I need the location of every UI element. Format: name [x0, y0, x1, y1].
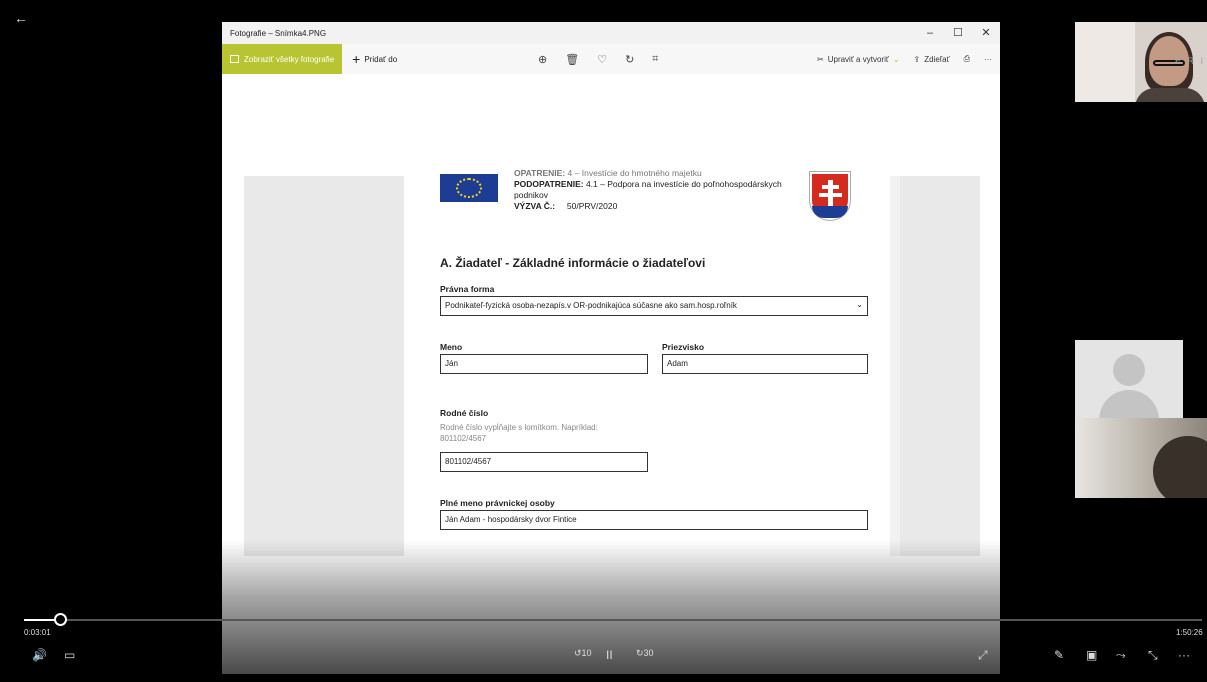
last-name-field[interactable]: Adam: [662, 354, 868, 374]
back-arrow-icon[interactable]: ←: [14, 10, 28, 26]
seek-bar-progress: [24, 619, 56, 621]
delete-icon[interactable]: 🗑: [565, 53, 579, 66]
forward-button[interactable]: ↻30: [636, 648, 654, 659]
title-bar: Fotografie – Snímka4.PNG – ☐ ✕: [222, 22, 1000, 44]
toolbar-actions: ⊕ 🗑 ♡ ↻ ⌗: [538, 44, 658, 74]
player-controls-overlay: [0, 540, 1207, 682]
photos-icon: [230, 55, 239, 63]
add-to-button[interactable]: + Pridať do: [352, 52, 397, 66]
legal-name-field[interactable]: Ján Adam - hospodársky dvor Fintice: [440, 510, 868, 530]
last-name-label: Priezvisko: [662, 342, 705, 352]
application-form: OPATRENIE: 4 – Investície do hmotného ma…: [404, 168, 890, 574]
pause-button[interactable]: II: [606, 648, 613, 662]
share-button[interactable]: ⇪ Zdieľať: [914, 55, 950, 64]
birth-number-field[interactable]: 801102/4567: [440, 452, 648, 472]
rewind-button[interactable]: ↺10: [574, 648, 592, 659]
minimize-icon[interactable]: –: [916, 22, 944, 44]
pen-icon[interactable]: ✎: [1054, 648, 1064, 662]
cast-icon[interactable]: ▣: [1086, 648, 1097, 662]
print-icon[interactable]: ⎙: [964, 54, 970, 64]
legal-form-value: Podnikateľ-fyzická osoba-nezapís.v OR-po…: [445, 301, 737, 310]
minimize-view-icon[interactable]: ⤡: [1148, 648, 1158, 663]
participant-video-1[interactable]: E R I: [1075, 22, 1207, 102]
more-options-icon[interactable]: ···: [1178, 648, 1190, 662]
first-name-label: Meno: [440, 342, 463, 352]
maximize-icon[interactable]: ☐: [944, 22, 972, 44]
measure-label: OPATRENIE:: [514, 168, 566, 178]
view-all-label: Zobraziť všetky fotografie: [244, 54, 335, 64]
rewind-seconds: 10: [581, 648, 592, 658]
window-title: Fotografie – Snímka4.PNG: [230, 28, 327, 38]
total-time: 1:50:26: [1176, 628, 1203, 637]
plus-icon: +: [352, 51, 361, 67]
document-scroll-edge: [890, 176, 900, 556]
chevron-down-icon: ⌄: [856, 300, 863, 309]
favorite-icon[interactable]: ♡: [597, 53, 607, 66]
legal-name-label: Plné meno právnickej osoby: [440, 498, 555, 508]
section-title: A. Žiadateľ - Základné informácie o žiad…: [440, 256, 706, 270]
elapsed-time: 0:03:01: [24, 628, 51, 637]
edit-create-button[interactable]: ✂ Upraviť a vytvoriť ⌄: [817, 55, 900, 64]
more-options-icon[interactable]: ···: [984, 55, 992, 64]
subtitles-icon[interactable]: ▭: [64, 648, 75, 662]
share-label: Zdieľať: [924, 54, 950, 64]
video-call-screen: ← Fotografie – Snímka4.PNG – ☐ ✕ Zobrazi…: [0, 0, 1207, 682]
participant-video-2[interactable]: [1075, 418, 1207, 498]
share-icon: ⇪: [913, 54, 921, 64]
view-all-photos-button[interactable]: Zobraziť všetky fotografie: [222, 44, 343, 74]
zoom-icon[interactable]: ⊕: [538, 53, 547, 66]
form-header: OPATRENIE: 4 – Investície do hmotného ma…: [514, 168, 814, 212]
birth-number-hint: Rodné číslo vypĺňajte s lomítkom. Naprík…: [440, 423, 598, 443]
measure-value: 4 – Investície do hmotného majetku: [567, 168, 702, 178]
scissors-icon: ✂: [817, 54, 824, 64]
fullscreen-icon[interactable]: ⤢: [978, 648, 988, 663]
rotate-icon[interactable]: ↻: [625, 53, 634, 66]
close-icon[interactable]: ✕: [972, 22, 1000, 44]
forward-seconds: 30: [643, 648, 654, 658]
add-to-label: Pridať do: [364, 54, 398, 64]
submeasure-label: PODOPATRENIE:: [514, 179, 584, 189]
skip-icon[interactable]: ⤳: [1116, 648, 1126, 663]
participant-avatar-placeholder[interactable]: [1075, 340, 1183, 418]
call-label: VÝZVA Č.:: [514, 201, 556, 211]
crop-icon[interactable]: ⌗: [652, 53, 658, 66]
legal-form-label: Právna forma: [440, 284, 495, 294]
toolbar-right: ✂ Upraviť a vytvoriť ⌄ ⇪ Zdieľať ⎙ ···: [817, 44, 992, 74]
chevron-down-icon: ⌄: [892, 54, 900, 64]
volume-icon[interactable]: 🔊: [32, 648, 47, 662]
photos-toolbar: Zobraziť všetky fotografie + Pridať do ⊕…: [222, 44, 1000, 74]
window-controls: – ☐ ✕: [916, 22, 1000, 44]
legal-form-select[interactable]: Podnikateľ-fyzická osoba-nezapís.v OR-po…: [440, 296, 868, 316]
call-value: 50/PRV/2020: [566, 201, 618, 211]
seek-bar[interactable]: [24, 619, 1202, 621]
seek-thumb[interactable]: [54, 613, 67, 626]
eu-flag-logo: [440, 174, 498, 202]
slovak-coat-of-arms-logo: [810, 172, 850, 220]
avatar-icon: [1113, 354, 1145, 386]
background-text: E R I: [1174, 56, 1205, 66]
edit-create-label: Upraviť a vytvoriť: [827, 54, 889, 64]
first-name-field[interactable]: Ján: [440, 354, 648, 374]
birth-number-label: Rodné číslo: [440, 408, 489, 418]
